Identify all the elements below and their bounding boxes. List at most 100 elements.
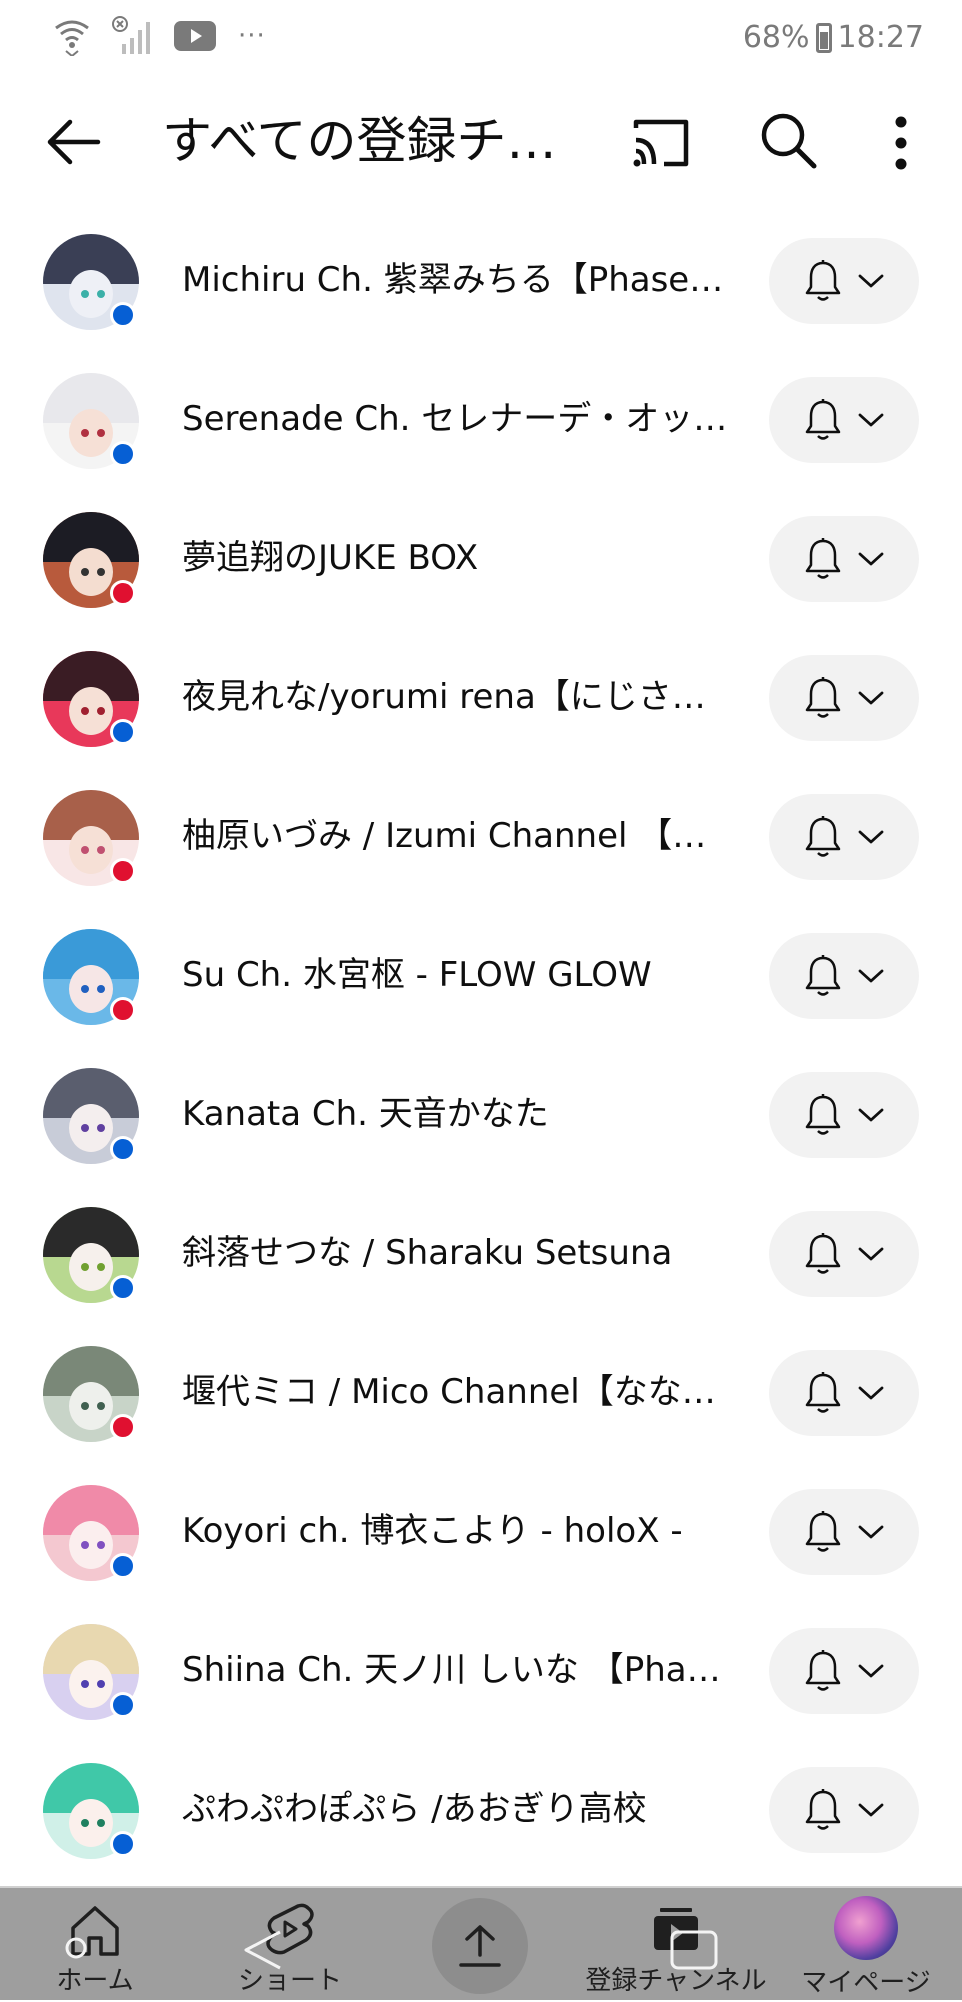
cast-icon (633, 119, 689, 167)
bell-icon (805, 677, 841, 718)
channel-name[interactable]: Serenade Ch. セレナーデ・オッ… (182, 391, 732, 447)
chevron-down-icon (858, 1525, 884, 1539)
bell-icon (805, 538, 841, 579)
chevron-down-icon (858, 1108, 884, 1122)
status-icons-right: 68% 18:27 (743, 20, 924, 55)
channel-row[interactable]: 夢追翔のJUKE BOX (0, 490, 962, 629)
channel-row[interactable]: Shiina Ch. 天ノ川 しいな 【Pha… (0, 1602, 962, 1741)
notification-settings-button[interactable] (769, 794, 919, 880)
system-recents-gesture-icon (670, 1930, 718, 1970)
clock: 18:27 (837, 20, 924, 55)
bell-icon (805, 1650, 841, 1691)
notification-settings-button[interactable] (769, 1628, 919, 1714)
nav-you[interactable]: マイページ (796, 1888, 936, 2002)
notification-settings-button[interactable] (769, 1767, 919, 1853)
chevron-down-icon (858, 413, 884, 427)
channel-status-dot (110, 1692, 136, 1718)
back-arrow-icon (47, 119, 101, 165)
cast-button[interactable] (628, 110, 694, 176)
chevron-down-icon (858, 1247, 884, 1261)
bell-icon (805, 816, 841, 857)
more-vertical-icon (895, 116, 907, 170)
channel-row[interactable]: 柚原いづみ / Izumi Channel 【… (0, 768, 962, 907)
bell-icon (805, 1789, 841, 1830)
more-options-button[interactable] (876, 108, 926, 178)
channel-status-dot (110, 1275, 136, 1301)
notification-settings-button[interactable] (769, 1072, 919, 1158)
bell-icon (805, 1094, 841, 1135)
bell-icon (805, 1372, 841, 1413)
status-bar: ··· 68% 18:27 (0, 0, 962, 80)
profile-avatar (834, 1896, 898, 1960)
channel-row[interactable]: 夜見れな/yorumi rena【にじさ… (0, 629, 962, 768)
channel-name[interactable]: ぷわぷわぽぷら /あおぎり高校 (182, 1781, 732, 1837)
channel-name[interactable]: 堰代ミコ / Mico Channel【なな… (182, 1364, 732, 1420)
channel-name[interactable]: 夜見れな/yorumi rena【にじさ… (182, 669, 732, 725)
channel-status-dot (110, 1414, 136, 1440)
notification-settings-button[interactable] (769, 1211, 919, 1297)
chevron-down-icon (858, 1386, 884, 1400)
channel-row[interactable]: ぷわぷわぽぷら /あおぎり高校 (0, 1741, 962, 1880)
channel-name[interactable]: Kanata Ch. 天音かなた (182, 1086, 732, 1142)
bottom-nav: ホーム ショート 登録チャンネル マイページ (0, 1886, 962, 2000)
search-button[interactable] (756, 108, 822, 174)
bell-icon (805, 260, 841, 301)
wifi-icon (55, 20, 89, 56)
chevron-down-icon (858, 969, 884, 983)
notification-settings-button[interactable] (769, 1489, 919, 1575)
channel-name[interactable]: 斜落せつな / Sharaku Setsuna (182, 1225, 732, 1281)
signal-off-icon (112, 16, 150, 54)
channel-status-dot (110, 719, 136, 745)
upload-icon (459, 1925, 501, 1967)
channel-row[interactable]: 斜落せつな / Sharaku Setsuna (0, 1185, 962, 1324)
channel-row[interactable]: 堰代ミコ / Mico Channel【なな… (0, 1324, 962, 1463)
channel-name[interactable]: Koyori ch. 博衣こより - holoX - (182, 1503, 732, 1559)
app-bar: すべての登録チ… (0, 80, 962, 204)
chevron-down-icon (858, 1803, 884, 1817)
system-home-gesture-icon (65, 1937, 87, 1959)
bell-icon (805, 955, 841, 996)
channel-status-dot (110, 580, 136, 606)
page-title: すべての登録チ… (162, 112, 557, 170)
nav-home-label: ホーム (56, 1966, 134, 1996)
channel-row[interactable]: Kanata Ch. 天音かなた (0, 1046, 962, 1185)
bell-icon (805, 1233, 841, 1274)
channel-row[interactable]: Koyori ch. 博衣こより - holoX - (0, 1463, 962, 1602)
channel-name[interactable]: Michiru Ch. 紫翠みちる【Phase … (182, 252, 732, 308)
status-overflow-dots: ··· (238, 21, 266, 51)
channel-list: Michiru Ch. 紫翠みちる【Phase … Serenade Ch. セ… (0, 212, 962, 1880)
create-button[interactable] (432, 1898, 528, 1994)
channel-name[interactable]: 夢追翔のJUKE BOX (182, 530, 732, 586)
search-icon (761, 113, 817, 169)
channel-name[interactable]: Su Ch. 水宮枢 - FLOW GLOW (182, 947, 732, 1003)
channel-name[interactable]: Shiina Ch. 天ノ川 しいな 【Pha… (182, 1642, 732, 1698)
channel-row[interactable]: Su Ch. 水宮枢 - FLOW GLOW (0, 907, 962, 1046)
channel-name[interactable]: 柚原いづみ / Izumi Channel 【… (182, 808, 732, 864)
channel-status-dot (110, 1831, 136, 1857)
nav-you-label: マイページ (801, 1968, 931, 1998)
youtube-notification-icon (174, 21, 216, 51)
notification-settings-button[interactable] (769, 933, 919, 1019)
channel-status-dot (110, 441, 136, 467)
notification-settings-button[interactable] (769, 1350, 919, 1436)
bell-icon (805, 1511, 841, 1552)
channel-status-dot (110, 1136, 136, 1162)
notification-settings-button[interactable] (769, 238, 919, 324)
notification-settings-button[interactable] (769, 516, 919, 602)
channel-row[interactable]: Serenade Ch. セレナーデ・オッ… (0, 351, 962, 490)
battery-icon (815, 22, 832, 53)
notification-settings-button[interactable] (769, 377, 919, 463)
back-button[interactable] (42, 110, 106, 174)
chevron-down-icon (858, 274, 884, 288)
notification-settings-button[interactable] (769, 655, 919, 741)
chevron-down-icon (858, 691, 884, 705)
channel-status-dot (110, 302, 136, 328)
nav-home[interactable]: ホーム (40, 1888, 150, 2002)
channel-row[interactable]: Michiru Ch. 紫翠みちる【Phase … (0, 212, 962, 351)
bell-icon (805, 399, 841, 440)
channel-status-dot (110, 997, 136, 1023)
battery-percent: 68% (742, 20, 810, 55)
chevron-down-icon (858, 830, 884, 844)
system-back-gesture-icon (244, 1930, 281, 1970)
chevron-down-icon (858, 1664, 884, 1678)
